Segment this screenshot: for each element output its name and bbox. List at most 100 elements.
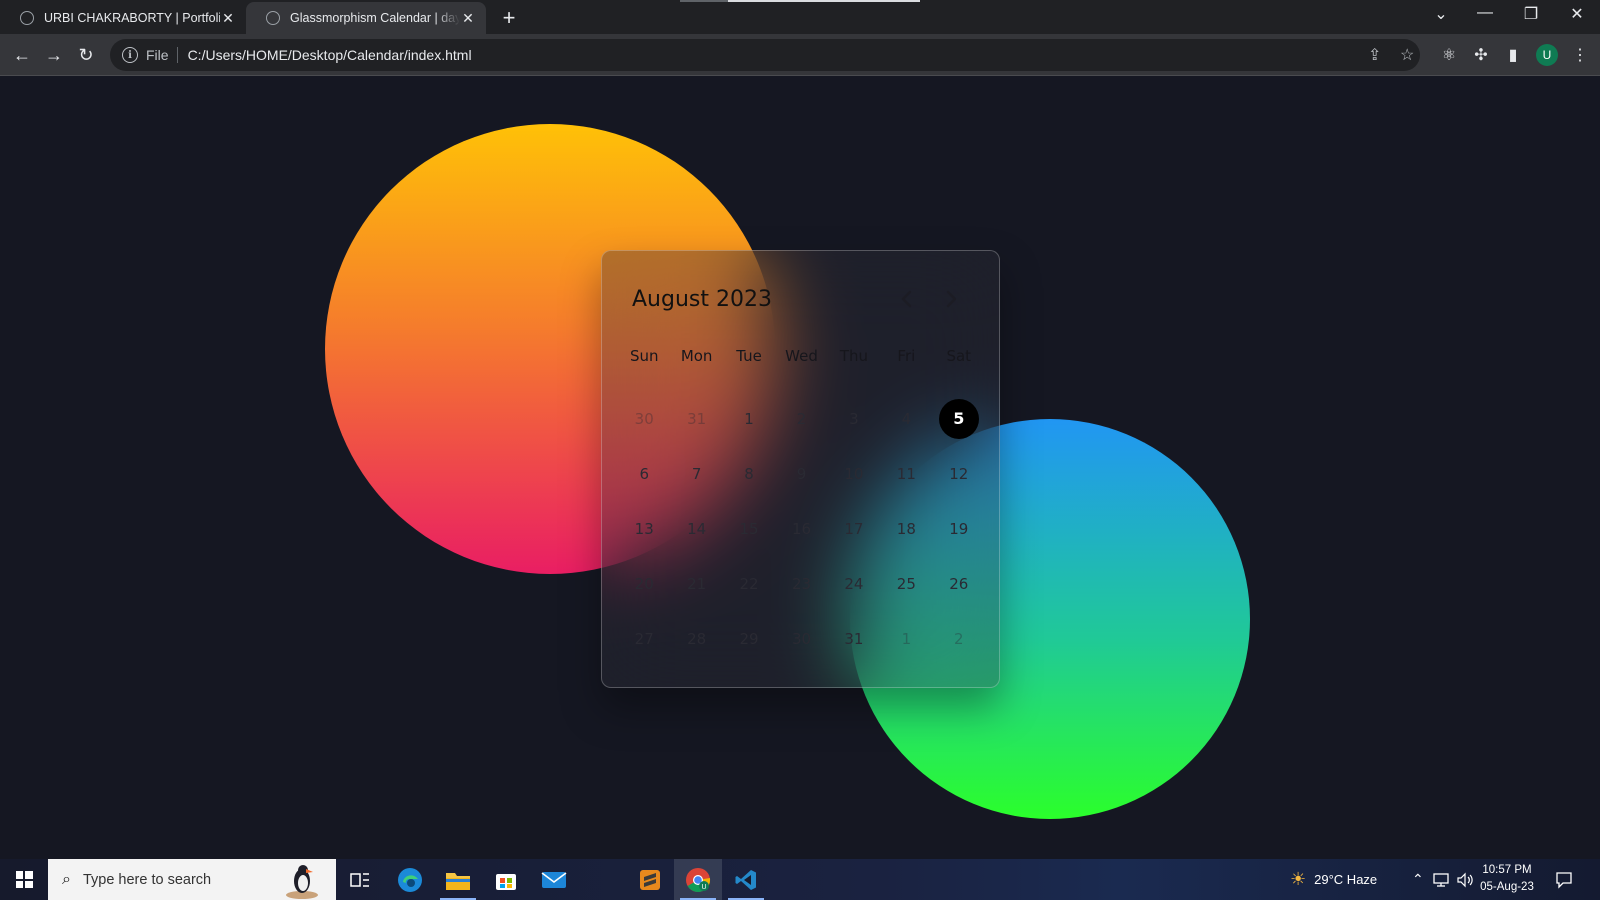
profile-avatar[interactable]: U (1536, 44, 1558, 66)
mail-icon[interactable] (530, 859, 578, 900)
edge-browser-icon[interactable] (386, 859, 434, 900)
day-number: 30 (791, 629, 812, 648)
day-number: 3 (849, 409, 859, 428)
day-cell[interactable]: 6 (618, 446, 670, 501)
tab-search-icon[interactable]: ⌄ (1418, 4, 1464, 24)
clock-date: 05-Aug-23 (1480, 881, 1534, 893)
day-number: 31 (844, 629, 864, 648)
day-cell[interactable]: 30 (618, 391, 670, 446)
day-number: 17 (844, 519, 864, 538)
search-icon: ⌕ (62, 870, 71, 888)
day-cell[interactable]: 13 (618, 501, 670, 556)
day-number: 28 (687, 629, 707, 648)
bookmark-star-icon[interactable]: ☆ (1400, 39, 1414, 71)
address-bar[interactable]: i File C:/Users/HOME/Desktop/Calendar/in… (110, 39, 1420, 71)
tab-portfolio[interactable]: URBI CHAKRABORTY | Portfolio ✕ (0, 2, 246, 34)
day-cell[interactable]: 3 (828, 391, 880, 446)
day-cell[interactable]: 12 (933, 446, 985, 501)
next-month-button[interactable] (933, 281, 969, 317)
previous-month-button[interactable] (889, 281, 925, 317)
react-devtools-icon[interactable]: ⚛ (1437, 43, 1461, 67)
day-cell[interactable]: 26 (933, 556, 985, 611)
day-cell[interactable]: 1 (723, 391, 775, 446)
day-cell[interactable]: 22 (723, 556, 775, 611)
side-panel-icon[interactable]: ▮ (1501, 43, 1525, 67)
day-number: 22 (739, 574, 759, 593)
day-cell[interactable]: 2 (775, 391, 827, 446)
day-cell[interactable]: 9 (775, 446, 827, 501)
day-cell[interactable]: 24 (828, 556, 880, 611)
day-cell[interactable]: 18 (880, 501, 932, 556)
reload-icon[interactable]: ↻ (73, 42, 99, 68)
day-cell[interactable]: 28 (670, 611, 722, 666)
start-button[interactable] (0, 859, 48, 900)
extensions-puzzle-icon[interactable]: ✣ (1469, 43, 1493, 67)
chevron-left-icon (901, 290, 912, 308)
day-number: 26 (949, 574, 969, 593)
day-cell-today[interactable]: 5 (933, 391, 985, 446)
calendar-header: August 2023 (632, 279, 969, 319)
day-cell[interactable]: 2 (933, 611, 985, 666)
day-cell[interactable]: 15 (723, 501, 775, 556)
info-icon[interactable]: i (122, 47, 138, 63)
system-clock[interactable]: 10:57 PM 05-Aug-23 (1472, 862, 1542, 896)
taskbar-search-box[interactable]: ⌕ Type here to search (48, 859, 336, 900)
show-hidden-icons-chevron-icon[interactable]: ⌃ (1412, 859, 1424, 900)
new-tab-button[interactable]: + (498, 5, 520, 31)
globe-icon (20, 11, 34, 25)
svg-text:U: U (701, 884, 706, 891)
day-number: 2 (954, 629, 964, 648)
close-tab-icon[interactable]: ✕ (220, 10, 236, 27)
weather-widget[interactable]: ☀ 29°C Haze (1290, 859, 1377, 900)
day-number: 27 (634, 629, 654, 648)
day-cell[interactable]: 23 (775, 556, 827, 611)
back-icon[interactable]: ← (9, 42, 35, 68)
weekday-label: Mon (680, 347, 713, 365)
tab-calendar[interactable]: Glassmorphism Calendar | dayCalendar ✕ (246, 2, 486, 34)
network-icon[interactable] (1432, 859, 1450, 900)
day-cell[interactable]: 29 (723, 611, 775, 666)
vscode-icon[interactable] (722, 859, 770, 900)
close-window-button[interactable]: ✕ (1554, 4, 1600, 24)
day-cell[interactable]: 27 (618, 611, 670, 666)
day-number: 29 (739, 629, 759, 648)
day-cell[interactable]: 30 (775, 611, 827, 666)
close-tab-icon[interactable]: ✕ (460, 10, 476, 27)
day-number: 10 (844, 464, 864, 483)
day-cell[interactable]: 8 (723, 446, 775, 501)
url-text[interactable]: C:/Users/HOME/Desktop/Calendar/index.htm… (188, 47, 472, 63)
weekday-label: Sat (946, 347, 972, 365)
day-cell[interactable]: 19 (933, 501, 985, 556)
day-cell[interactable]: 31 (670, 391, 722, 446)
day-cell[interactable]: 4 (880, 391, 932, 446)
minimize-button[interactable]: — (1462, 4, 1508, 22)
menu-kebab-icon[interactable]: ⋮ (1568, 43, 1592, 67)
weekday-label: Fri (897, 347, 916, 365)
day-cell[interactable]: 11 (880, 446, 932, 501)
day-number: 7 (691, 464, 702, 483)
weather-text: 29°C Haze (1314, 872, 1378, 887)
day-cell[interactable]: 7 (670, 446, 722, 501)
day-cell[interactable]: 21 (670, 556, 722, 611)
task-view-icon[interactable] (336, 859, 384, 900)
day-cell[interactable]: 25 (880, 556, 932, 611)
file-explorer-icon[interactable] (434, 859, 482, 900)
day-number: 18 (896, 519, 916, 538)
day-cell[interactable]: 17 (828, 501, 880, 556)
day-cell[interactable]: 20 (618, 556, 670, 611)
restore-button[interactable]: ❐ (1508, 4, 1554, 24)
day-cell[interactable]: 14 (670, 501, 722, 556)
globe-icon (266, 11, 280, 25)
chrome-browser-icon[interactable]: U (674, 859, 722, 900)
day-cell[interactable]: 16 (775, 501, 827, 556)
day-number: 21 (687, 574, 707, 593)
forward-icon[interactable]: → (41, 42, 67, 68)
day-cell[interactable]: 1 (880, 611, 932, 666)
day-cell[interactable]: 10 (828, 446, 880, 501)
sublime-text-icon[interactable] (626, 859, 674, 900)
day-cell[interactable]: 31 (828, 611, 880, 666)
notifications-icon[interactable] (1555, 859, 1573, 900)
tab-title: Glassmorphism Calendar | dayCalendar (290, 11, 460, 25)
microsoft-store-icon[interactable] (482, 859, 530, 900)
share-icon[interactable]: ⇪ (1368, 39, 1381, 71)
